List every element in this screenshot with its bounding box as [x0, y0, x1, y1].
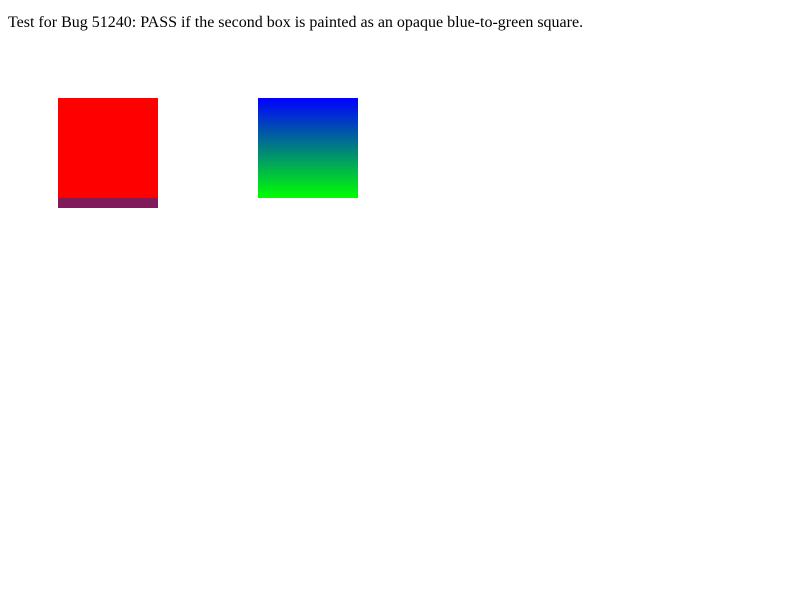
first-box [58, 98, 158, 208]
first-box-bottom-strip [58, 198, 158, 208]
first-box-red-square [58, 98, 158, 198]
test-description: Test for Bug 51240: PASS if the second b… [8, 14, 584, 31]
second-box-gradient-square [258, 98, 358, 198]
